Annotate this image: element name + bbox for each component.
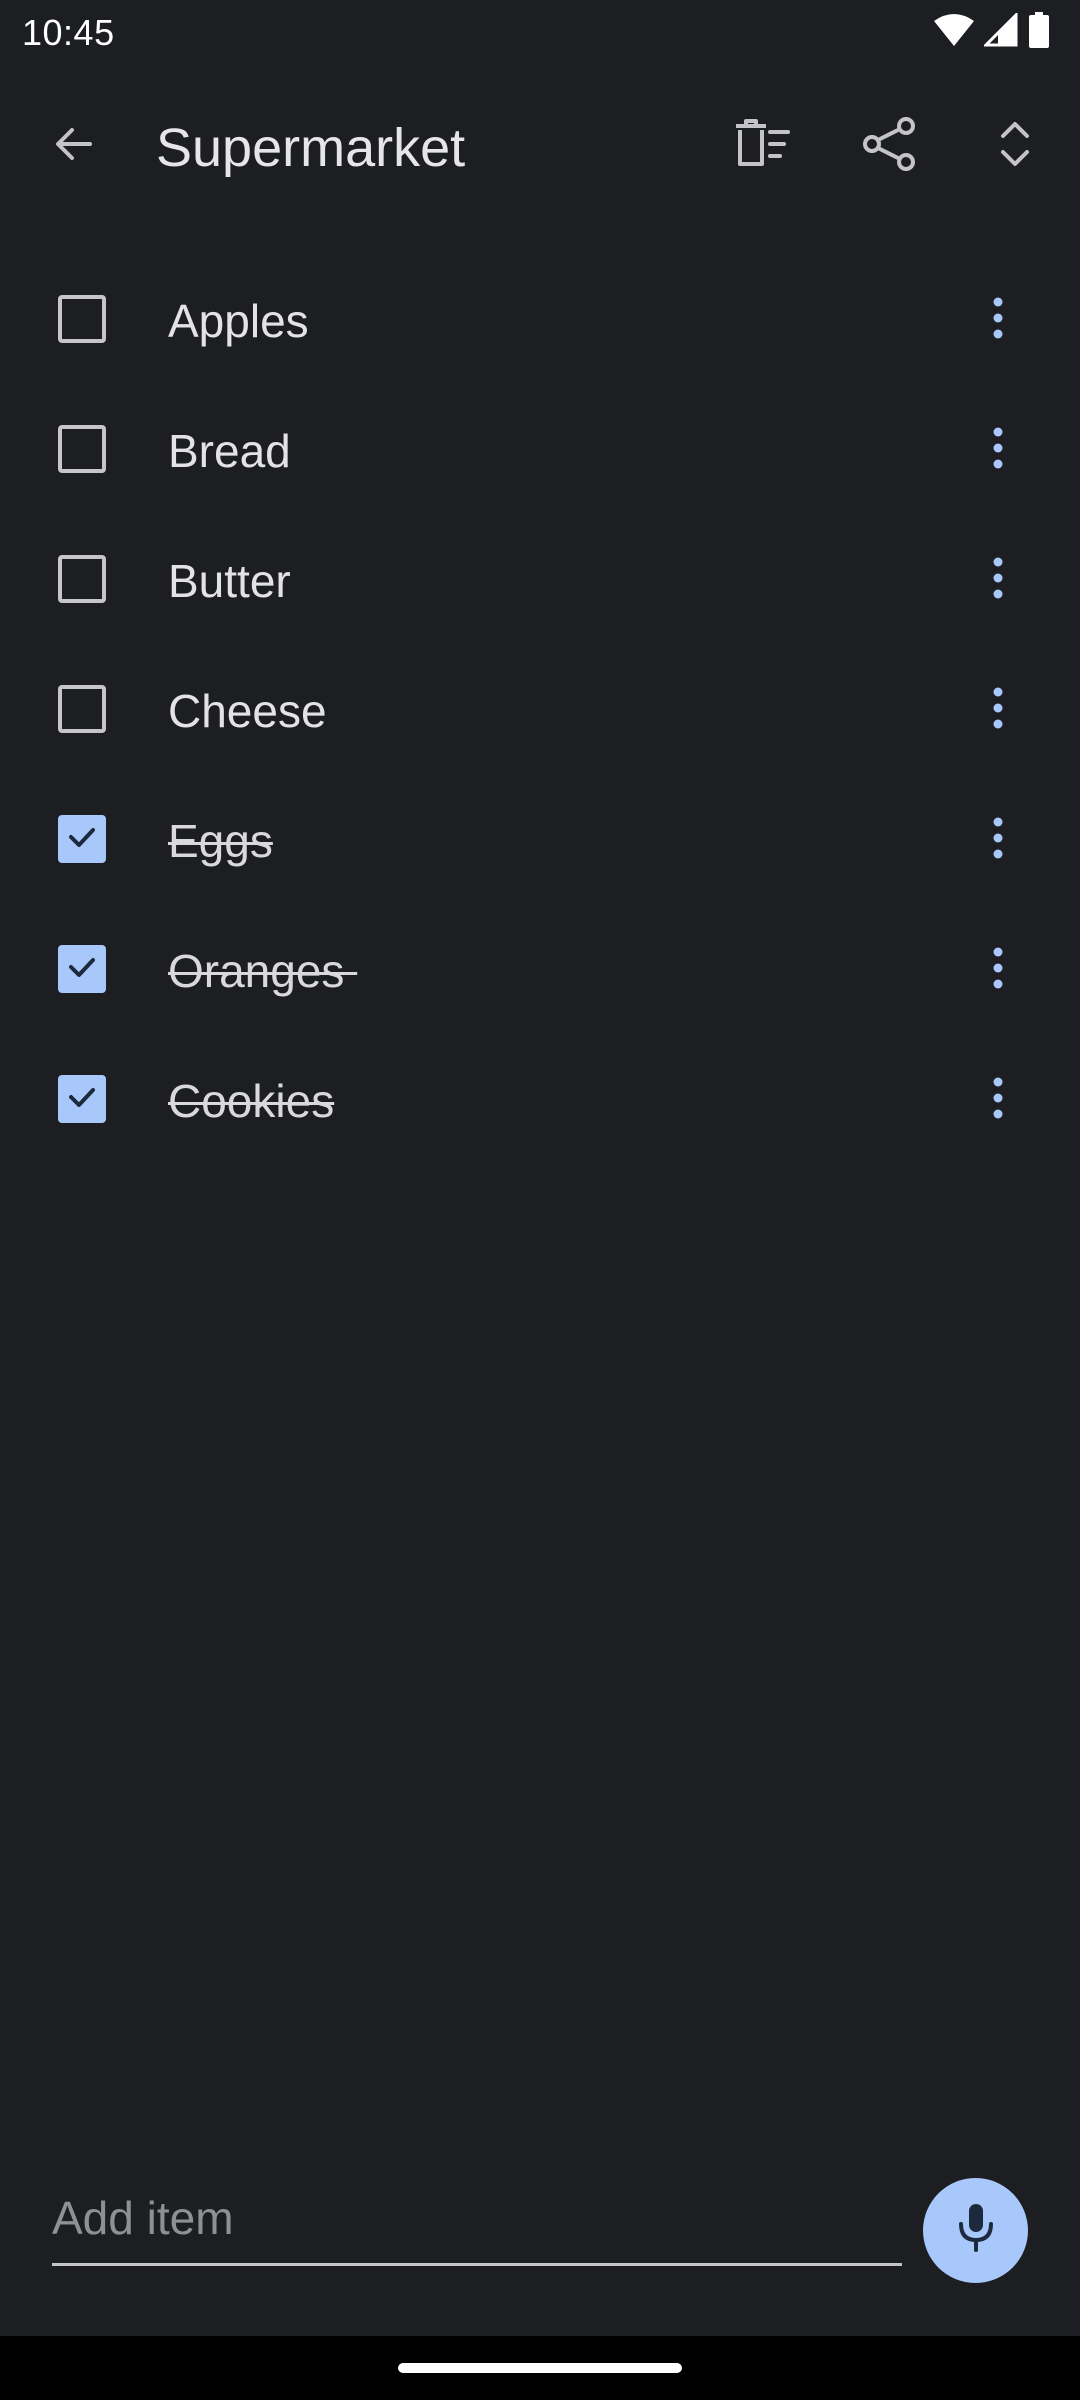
item-more-button[interactable] bbox=[958, 670, 1038, 750]
list-item[interactable]: Apples bbox=[0, 255, 1080, 385]
item-label[interactable]: Oranges bbox=[168, 943, 357, 999]
item-more-button[interactable] bbox=[958, 410, 1038, 490]
item-label[interactable]: Bread bbox=[168, 423, 291, 479]
list-item[interactable]: Cookies bbox=[0, 1035, 1080, 1165]
list-item[interactable]: Bread bbox=[0, 385, 1080, 515]
gesture-handle[interactable] bbox=[398, 2363, 682, 2373]
app-bar: Supermarket bbox=[0, 90, 1080, 206]
list-item[interactable]: Butter bbox=[0, 515, 1080, 645]
add-item-input[interactable] bbox=[52, 2186, 892, 2250]
checkbox-unchecked[interactable] bbox=[58, 555, 106, 603]
item-label[interactable]: Apples bbox=[168, 293, 309, 349]
item-more-button[interactable] bbox=[958, 280, 1038, 360]
system-nav-bar bbox=[0, 2336, 1080, 2400]
share-button[interactable] bbox=[850, 106, 930, 186]
add-item-field[interactable] bbox=[52, 2170, 902, 2266]
share-icon bbox=[862, 116, 918, 177]
item-label[interactable]: Cheese bbox=[168, 683, 327, 739]
status-time: 10:45 bbox=[22, 12, 115, 53]
mic-icon bbox=[954, 2202, 998, 2259]
more-vert-icon bbox=[992, 296, 1004, 345]
item-label[interactable]: Eggs bbox=[168, 813, 273, 869]
more-vert-icon bbox=[992, 686, 1004, 735]
expand-collapse-button[interactable] bbox=[975, 106, 1055, 186]
list-item[interactable]: Eggs bbox=[0, 775, 1080, 905]
item-label[interactable]: Butter bbox=[168, 553, 291, 609]
check-icon bbox=[64, 1079, 100, 1120]
checkbox-checked[interactable] bbox=[58, 815, 106, 863]
checkbox-checked[interactable] bbox=[58, 945, 106, 993]
battery-icon bbox=[1028, 11, 1050, 53]
check-icon bbox=[64, 949, 100, 990]
more-vert-icon bbox=[992, 556, 1004, 605]
delete-checked-button[interactable] bbox=[722, 106, 802, 186]
arrow-back-icon bbox=[50, 120, 98, 173]
page-title: Supermarket bbox=[156, 118, 466, 178]
more-vert-icon bbox=[992, 946, 1004, 995]
checkbox-unchecked[interactable] bbox=[58, 685, 106, 733]
checkbox-unchecked[interactable] bbox=[58, 295, 106, 343]
delete-checked-icon bbox=[732, 118, 792, 175]
cell-signal-icon bbox=[982, 10, 1018, 52]
more-vert-icon bbox=[992, 816, 1004, 865]
more-vert-icon bbox=[992, 1076, 1004, 1125]
item-more-button[interactable] bbox=[958, 1060, 1038, 1140]
item-more-button[interactable] bbox=[958, 800, 1038, 880]
list-item[interactable]: Oranges bbox=[0, 905, 1080, 1035]
list-item[interactable]: Cheese bbox=[0, 645, 1080, 775]
checkbox-checked[interactable] bbox=[58, 1075, 106, 1123]
expand-collapse-icon bbox=[995, 116, 1035, 177]
check-icon bbox=[64, 819, 100, 860]
voice-input-button[interactable] bbox=[923, 2178, 1028, 2283]
checkbox-unchecked[interactable] bbox=[58, 425, 106, 473]
item-more-button[interactable] bbox=[958, 930, 1038, 1010]
status-bar: 10:45 bbox=[0, 0, 1080, 64]
back-button[interactable] bbox=[34, 106, 114, 186]
status-icons bbox=[934, 10, 1050, 53]
item-label[interactable]: Cookies bbox=[168, 1073, 334, 1129]
item-more-button[interactable] bbox=[958, 540, 1038, 620]
wifi-icon bbox=[934, 13, 974, 52]
checklist: Apples Bread Butter Cheese Eggs Oranges … bbox=[0, 255, 1080, 1165]
more-vert-icon bbox=[992, 426, 1004, 475]
